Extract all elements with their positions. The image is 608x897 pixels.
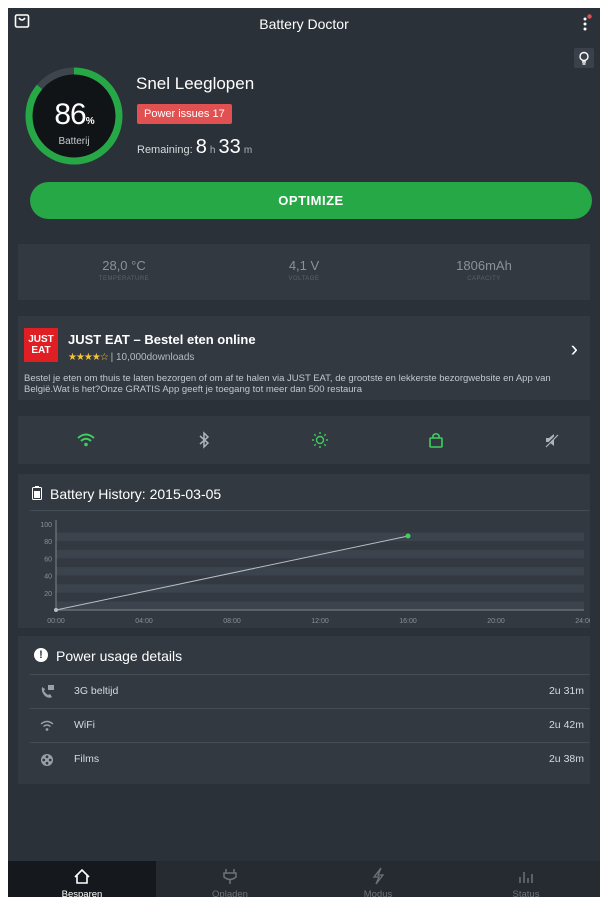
ad-description: Bestel je eten om thuis te laten bezorge… [24,373,551,395]
x-tick-label: 00:00 [47,618,65,625]
wifi-icon[interactable] [74,428,98,452]
bar-chart-icon [519,872,533,883]
rating-stars-icon: ★★★★☆ [68,352,109,363]
y-tick-label: 60 [44,556,52,563]
overflow-menu-icon[interactable] [582,14,592,32]
ad-title[interactable]: JUST EAT – Bestel eten online [68,332,256,347]
x-tick-label: 20:00 [487,618,505,625]
optimize-button[interactable]: OPTIMIZE [30,182,592,219]
y-tick-label: 40 [44,574,52,581]
tab-opladen[interactable]: Opladen [156,861,304,897]
mode-title: Snel Leeglopen [136,74,255,93]
temperature-stat: 28,0 °C TEMPERATURE [98,258,150,282]
usage-row-wifi[interactable]: WiFi 2u 42m [30,708,590,743]
start-point [54,608,58,612]
x-tick-label: 04:00 [135,618,153,625]
just-eat-logo: JUST EAT [24,328,58,362]
ad-rating: ★★★★☆ | 10,000downloads [68,352,195,363]
brightness-icon[interactable] [308,428,332,452]
power-usage-card: ! Power usage details 3G beltijd 2u 31m … [18,636,590,784]
battery-history-chart: 20 40 60 80 100 00:00 04:00 08:00 12:00 16:00 20:0… [40,520,590,625]
home-icon [74,868,90,884]
usage-title: Power usage details [56,648,183,664]
battery-history-card: Battery History: 2015-03-05 20 40 60 80 100 0… [18,474,590,628]
tab-besparen[interactable]: Besparen [8,861,156,897]
bottom-tab-bar: Besparen Opladen Modus Status [8,861,600,897]
top-bar: Battery Doctor [8,8,600,44]
divider [30,510,590,511]
remaining-time: Remaining: 8 h 33 m [137,136,253,158]
battery-label: Batterij [58,136,90,147]
grid-band [56,532,584,542]
tip-bulb-button[interactable] [574,48,594,68]
voltage-stat: 4,1 V VOLTAGE [288,258,320,282]
mute-icon[interactable] [540,428,564,452]
plug-icon [223,869,237,884]
app-title: Battery Doctor [259,16,349,32]
grid-band [56,567,584,576]
grid-band [56,584,584,593]
film-reel-icon [41,754,53,766]
power-issues-badge[interactable]: Power issues 17 [137,104,232,124]
capacity-stat: 1806mAh CAPACITY [456,258,512,282]
usage-row-3g[interactable]: 3G beltijd 2u 31m [30,674,590,709]
battery-stats: 28,0 °C TEMPERATURE 4,1 V VOLTAGE 1806mA… [18,244,590,300]
history-title: Battery History: 2015-03-05 [50,486,222,502]
grid-band [56,601,584,610]
tab-status[interactable]: Status [452,861,600,897]
ad-banner[interactable]: JUST EAT JUST EAT – Bestel eten online ★… [18,316,590,400]
app-screen: Battery Doctor 86% Batterij Snel Leeglop… [8,8,600,897]
wifi-icon [40,720,54,731]
current-point [405,533,411,539]
battery-icon [32,486,42,500]
chevron-right-icon[interactable]: › [571,336,578,362]
tab-modus[interactable]: Modus [304,861,452,897]
alert-icon: ! [34,648,48,662]
x-tick-label: 08:00 [223,618,241,625]
x-tick-label: 12:00 [311,618,329,625]
lightning-icon [372,867,385,885]
x-tick-label: 24:00 [575,618,590,625]
y-tick-label: 100 [40,522,52,529]
battery-percent: 86% [54,98,94,131]
quick-toggles [18,416,590,464]
y-tick-label: 80 [44,539,52,546]
screen-lock-icon[interactable] [424,428,448,452]
battery-gauge: 86% Batterij [22,64,126,168]
bluetooth-icon[interactable] [192,428,216,452]
call-icon [41,685,54,698]
usage-row-films[interactable]: Films 2u 38m [30,742,590,777]
y-tick-label: 20 [44,591,52,598]
lightbulb-icon [579,51,589,65]
x-tick-label: 16:00 [399,618,417,625]
